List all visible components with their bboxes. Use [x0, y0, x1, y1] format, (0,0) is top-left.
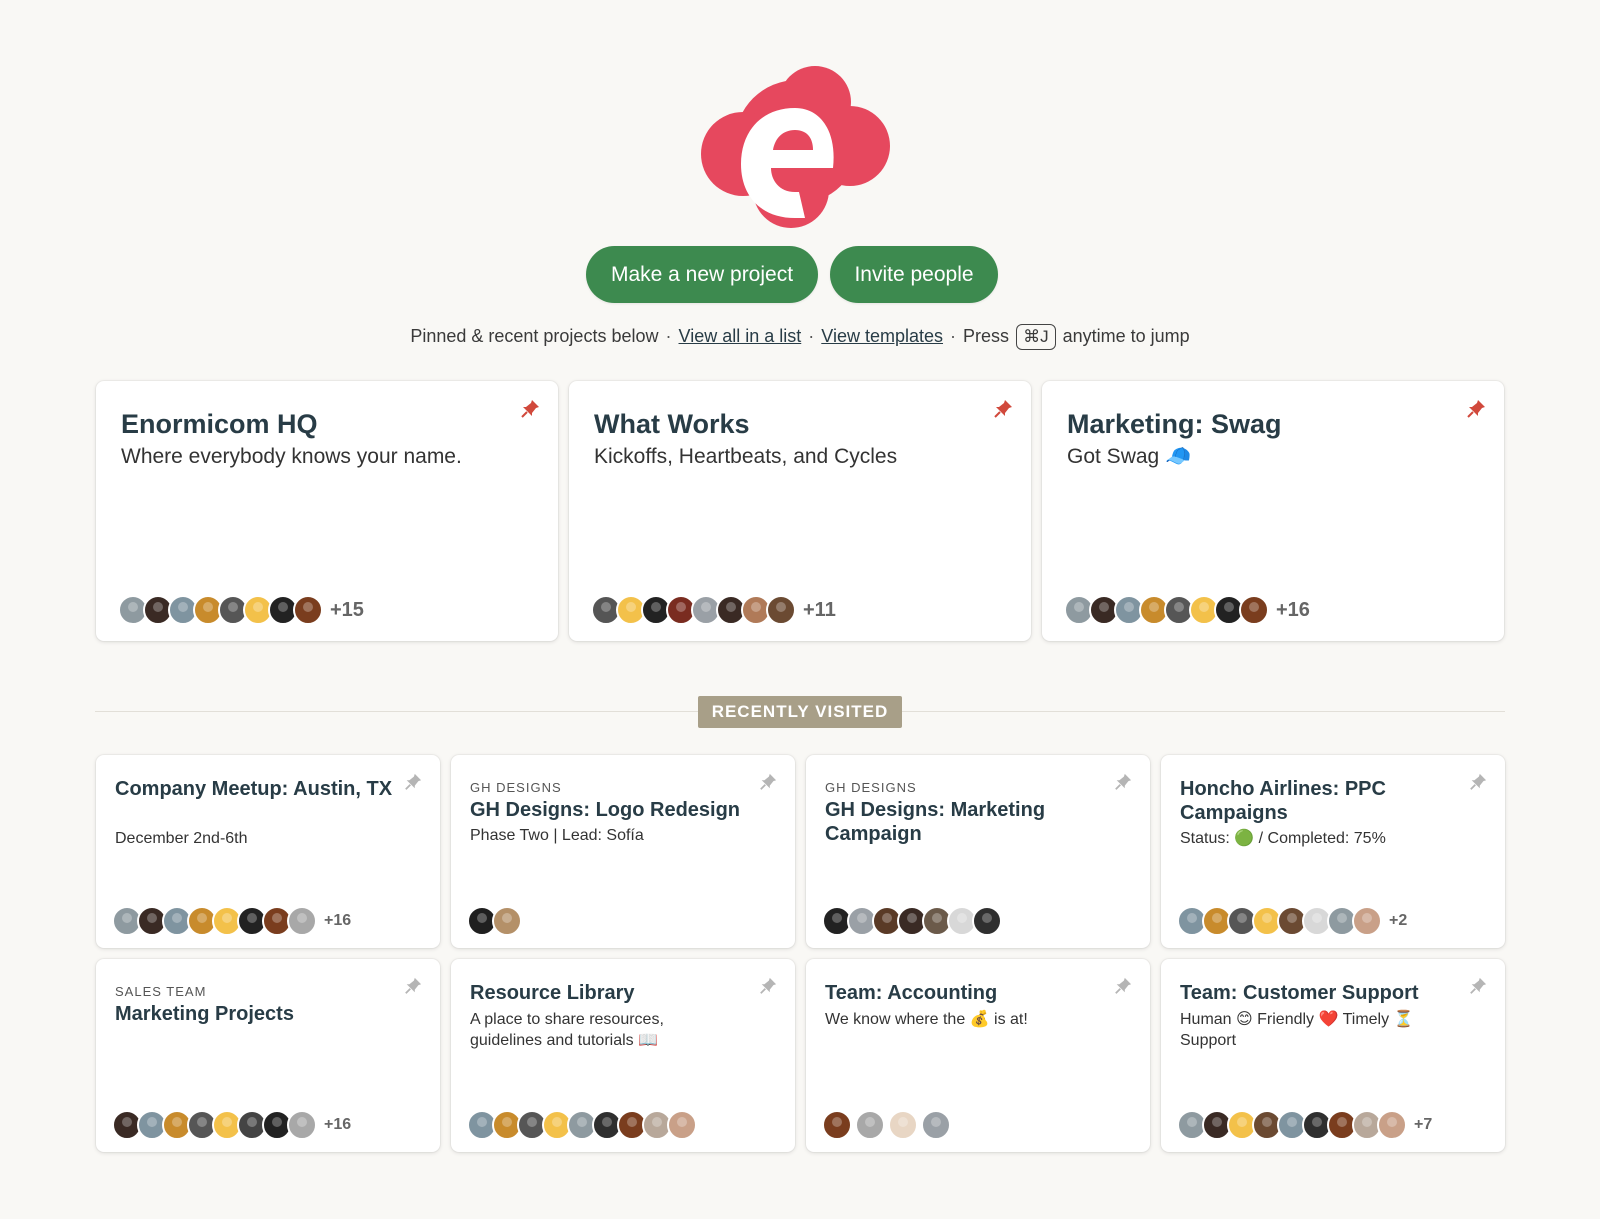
project-card-team-accounting[interactable]: Team: Accounting We know where the 💰 is … [806, 959, 1150, 1152]
pin-icon[interactable] [1466, 399, 1486, 419]
more-members-count[interactable]: +16 [324, 912, 351, 930]
avatar-stack: +15 [118, 595, 364, 625]
project-title: GH Designs: Marketing Campaign [825, 799, 1046, 845]
invite-people-button[interactable]: Invite people [830, 246, 998, 303]
avatar[interactable] [1377, 1110, 1407, 1140]
more-members-count[interactable]: +2 [1389, 912, 1407, 930]
avatar[interactable] [293, 595, 323, 625]
pin-icon[interactable] [1469, 773, 1487, 791]
project-card-marketing-swag[interactable]: Marketing: Swag Got Swag 🧢 +16 [1042, 381, 1504, 641]
pin-icon[interactable] [520, 399, 540, 419]
project-description: Phase Two | Lead: Sofía [470, 827, 644, 844]
project-team-label: SALES TEAM [115, 984, 207, 999]
avatar[interactable] [1352, 906, 1382, 936]
avatar-stack [822, 1110, 951, 1140]
project-title: Team: Accounting [825, 982, 998, 1004]
pin-icon[interactable] [759, 773, 777, 791]
keyboard-shortcut-badge: ⌘J [1016, 324, 1056, 350]
view-all-in-list-link[interactable]: View all in a list [679, 326, 802, 346]
avatar[interactable] [855, 1110, 885, 1140]
avatar[interactable] [822, 1110, 852, 1140]
project-description: Where everybody knows your name. [121, 445, 462, 468]
project-card-company-meetup[interactable]: Company Meetup: Austin, TX December 2nd-… [96, 755, 440, 948]
pin-icon[interactable] [1114, 773, 1132, 791]
project-description: Status: 🟢 / Completed: 75% [1180, 830, 1386, 847]
projects-subline: Pinned & recent projects below · View al… [0, 324, 1600, 350]
more-members-count[interactable]: +16 [1276, 599, 1310, 622]
avatar[interactable] [1239, 595, 1269, 625]
more-members-count[interactable]: +7 [1414, 1116, 1432, 1134]
project-card-customer-support[interactable]: Team: Customer Support Human 😊 Friendly … [1161, 959, 1505, 1152]
avatar[interactable] [287, 1110, 317, 1140]
project-title: Company Meetup: Austin, TX [115, 778, 393, 800]
more-members-count[interactable]: +16 [324, 1116, 351, 1134]
view-templates-link[interactable]: View templates [821, 326, 943, 346]
project-title: GH Designs: Logo Redesign [470, 799, 741, 821]
avatar-stack: +16 [112, 906, 351, 936]
avatar[interactable] [921, 1110, 951, 1140]
separator: · [950, 326, 957, 346]
avatar[interactable] [972, 906, 1002, 936]
project-description: December 2nd-6th [115, 830, 248, 847]
project-card-marketing-projects[interactable]: SALES TEAM Marketing Projects +16 [96, 959, 440, 1152]
separator: · [808, 326, 815, 346]
avatar-stack: +11 [591, 595, 836, 625]
project-card-gh-marketing-campaign[interactable]: GH DESIGNS GH Designs: Marketing Campaig… [806, 755, 1150, 948]
project-title: Marketing: Swag [1067, 409, 1282, 439]
project-title: Team: Customer Support [1180, 982, 1419, 1004]
avatar[interactable] [766, 595, 796, 625]
more-members-count[interactable]: +15 [330, 599, 364, 622]
separator: · [665, 326, 672, 346]
avatar[interactable] [888, 1110, 918, 1140]
avatar-stack [467, 906, 522, 936]
project-description: We know where the 💰 is at! [825, 1011, 1028, 1028]
project-description: Kickoffs, Heartbeats, and Cycles [594, 445, 898, 468]
primary-actions: Make a new project Invite people [0, 246, 1600, 303]
pin-icon[interactable] [1114, 977, 1132, 995]
subline-prefix: Pinned & recent projects below [410, 326, 659, 346]
project-description: Human 😊 Friendly ❤️ Timely ⏳ Support [1180, 1011, 1414, 1049]
avatar[interactable] [287, 906, 317, 936]
project-card-enormicom-hq[interactable]: Enormicom HQ Where everybody knows your … [96, 381, 558, 641]
recently-visited-heading: RECENTLY VISITED [698, 696, 902, 728]
project-team-label: GH DESIGNS [825, 780, 917, 795]
avatar-stack [822, 906, 1002, 936]
press-label: Press [963, 326, 1010, 346]
pin-icon[interactable] [993, 399, 1013, 419]
project-card-gh-logo-redesign[interactable]: GH DESIGNS GH Designs: Logo Redesign Pha… [451, 755, 795, 948]
project-title: Marketing Projects [115, 1003, 294, 1025]
project-description: Got Swag 🧢 [1067, 445, 1192, 468]
avatar-stack: +16 [112, 1110, 351, 1140]
avatar-stack: +7 [1177, 1110, 1432, 1140]
make-new-project-button[interactable]: Make a new project [586, 246, 818, 303]
project-card-resource-library[interactable]: Resource Library A place to share resour… [451, 959, 795, 1152]
avatar[interactable] [492, 906, 522, 936]
avatar-stack: +16 [1064, 595, 1310, 625]
project-team-label: GH DESIGNS [470, 780, 562, 795]
pin-icon[interactable] [404, 773, 422, 791]
pin-icon[interactable] [404, 977, 422, 995]
project-description: A place to share resources, guidelines a… [470, 1011, 664, 1049]
project-card-honcho-airlines[interactable]: Honcho Airlines: PPC Campaigns Status: 🟢… [1161, 755, 1505, 948]
pin-icon[interactable] [759, 977, 777, 995]
project-title: What Works [594, 409, 750, 439]
project-title: Resource Library [470, 982, 635, 1004]
enormicom-logo-icon[interactable] [695, 62, 900, 232]
avatar[interactable] [667, 1110, 697, 1140]
project-title: Honcho Airlines: PPC Campaigns [1180, 778, 1386, 824]
subline-suffix: anytime to jump [1062, 326, 1190, 346]
pin-icon[interactable] [1469, 977, 1487, 995]
avatar-stack: +2 [1177, 906, 1407, 936]
project-title: Enormicom HQ [121, 409, 318, 439]
avatar-stack [467, 1110, 697, 1140]
project-card-what-works[interactable]: What Works Kickoffs, Heartbeats, and Cyc… [569, 381, 1031, 641]
more-members-count[interactable]: +11 [803, 599, 836, 622]
